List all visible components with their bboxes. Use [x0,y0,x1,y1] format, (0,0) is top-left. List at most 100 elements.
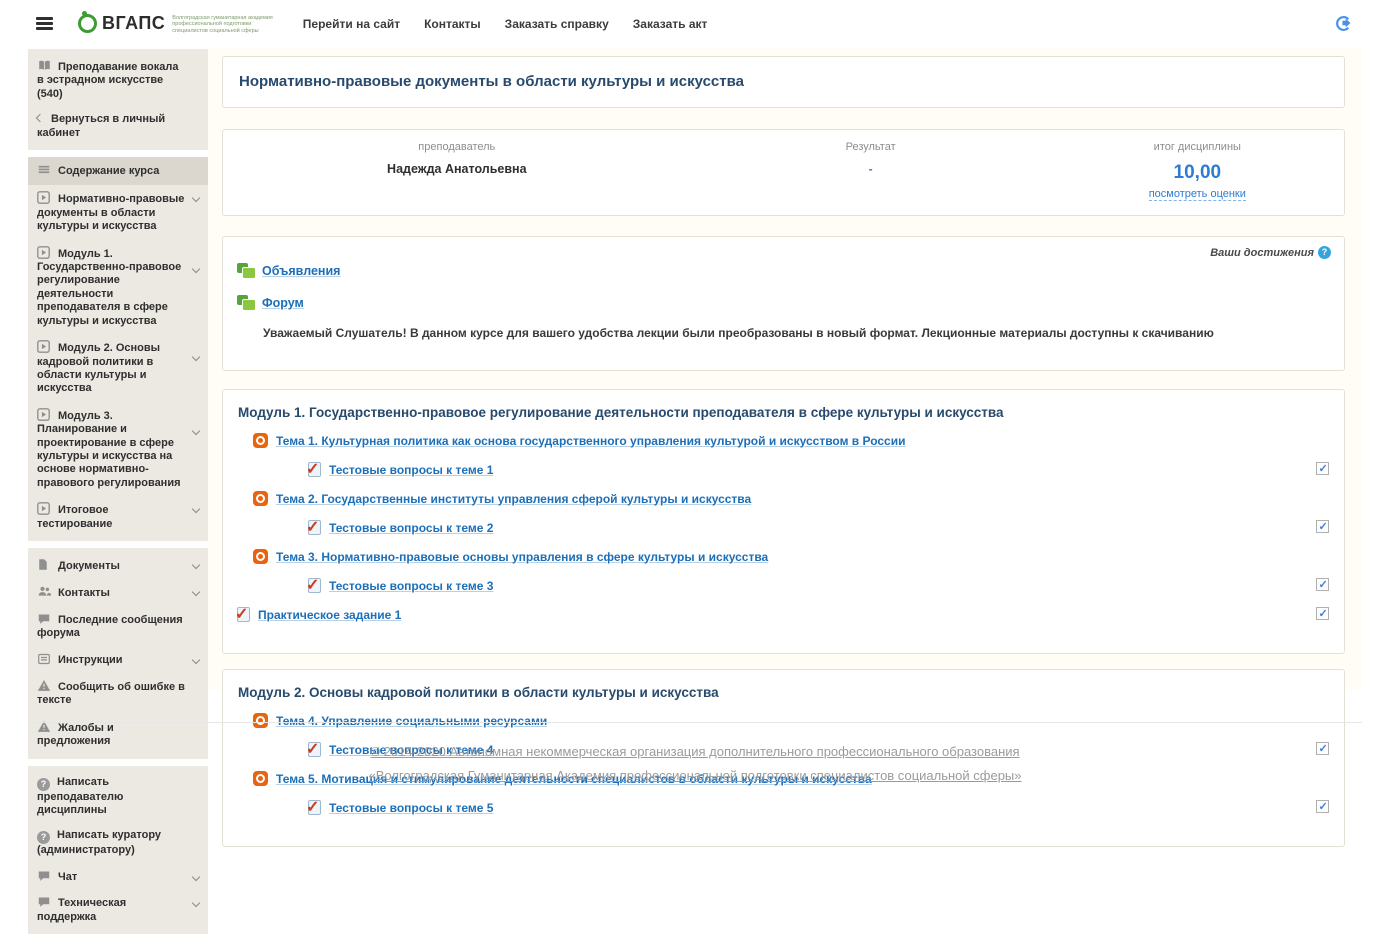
brand-logo-icon [78,14,97,33]
lesson-icon [253,491,268,506]
lesson-link[interactable]: Тема 2. Государственные институты управл… [276,492,751,506]
sidebar-item-label: Контакты [58,587,110,599]
logout-icon[interactable] [1335,15,1352,32]
sidebar-course-title[interactable]: Преподавание вокала в эстрадном искусств… [28,53,208,107]
lesson-row: Тема 3. Нормативно-правовые основы управ… [253,548,1330,565]
assignment-link[interactable]: Практическое задание 1 [258,608,401,622]
sidebar-item-module-3[interactable]: Модуль 3. Планирование и проектирование … [28,402,208,496]
teacher-label: преподаватель [239,141,675,153]
chevron-down-icon[interactable] [192,426,200,434]
sidebar-item-write-curator[interactable]: Написать куратору (администратору) [28,823,208,863]
chevron-down-icon[interactable] [192,899,200,907]
sidebar-tools-block: Документы Контакты Последние сообщения ф… [28,548,208,759]
sidebar-item-module-1[interactable]: Модуль 1. Государственно-правовое регули… [28,240,208,334]
sidebar-course-contents-block: Содержание курса Нормативно-правовые док… [28,157,208,541]
sidebar-item-instructions[interactable]: Инструкции [28,647,208,673]
sidebar-item-label: Сообщить об ошибке в тексте [37,681,185,706]
sidebar-item-label: Нормативно-правовые документы в области … [37,193,184,232]
module-2-title: Модуль 2. Основы кадровой политики в обл… [238,685,1330,700]
sidebar-item-label: Содержание курса [58,165,159,177]
quiz-link[interactable]: Тестовые вопросы к теме 2 [329,521,493,535]
lesson-icon [253,713,268,728]
footer-academy-link[interactable]: «Волгоградская Гуманитарная Академия про… [369,764,1022,788]
discipline-total-column: итог дисциплины 10,00 посмотреть оценки [1067,141,1328,202]
nav-link-order-act[interactable]: Заказать акт [633,17,708,31]
quiz-row: Тестовые вопросы к теме 3 [308,577,1330,594]
sidebar-item-label: Документы [58,560,120,572]
lesson-icon [253,433,268,448]
announcements-link[interactable]: Объявления [262,264,340,278]
lesson-link[interactable]: Тема 1. Культурная политика как основа г… [276,434,905,448]
chevron-down-icon[interactable] [192,264,200,272]
quiz-icon [308,520,321,535]
completion-checkbox[interactable] [1316,520,1329,533]
achievements-link[interactable]: Ваши достижения [1210,246,1331,259]
sidebar-divider [28,541,208,548]
completion-checkbox[interactable] [1316,578,1329,591]
chevron-down-icon[interactable] [192,588,200,596]
page-title: Нормативно-правовые документы в области … [239,73,1328,90]
announcements-box: Ваши достижения Объявления Форум Уважаем… [222,236,1345,371]
view-grades-link[interactable]: посмотреть оценки [1149,188,1246,201]
sidebar-item-contacts[interactable]: Контакты [28,579,208,606]
quiz-row: Тестовые вопросы к теме 2 [308,519,1330,536]
chevron-down-icon[interactable] [192,353,200,361]
discipline-total-label: итог дисциплины [1067,141,1328,153]
nav-link-order-certificate[interactable]: Заказать справку [505,17,609,31]
sidebar-item-report-text-error[interactable]: Сообщить об ошибке в тексте [28,673,208,714]
sidebar-back-to-cabinet[interactable]: Вернуться в личный кабинет [28,107,208,146]
sidebar-item-latest-forum-messages[interactable]: Последние сообщения форума [28,607,208,647]
sidebar-item-normative-documents[interactable]: Нормативно-правовые документы в области … [28,185,208,239]
result-column: Результат - [675,141,1067,202]
nav-link-go-to-site[interactable]: Перейти на сайт [303,17,400,31]
module-1-box: Модуль 1. Государственно-правовое регули… [222,389,1345,654]
list-icon [37,164,52,177]
completion-checkbox[interactable] [1316,607,1329,620]
chevron-down-icon[interactable] [192,505,200,513]
sidebar: Преподавание вокала в эстрадном искусств… [28,49,208,690]
chevron-down-icon[interactable] [192,873,200,881]
footer-organization-link[interactable]: © 2014-2020 Автономная некоммерческая ор… [370,740,1019,764]
discipline-total-value[interactable]: 10,00 [1067,162,1328,184]
sidebar-item-label: Преподавание вокала в эстрадном искусств… [37,61,178,100]
footer-divider [28,722,1362,723]
chevron-down-icon[interactable] [192,561,200,569]
sidebar-item-chat[interactable]: Чат [28,864,208,890]
completion-checkbox[interactable] [1316,462,1329,475]
sidebar-item-documents[interactable]: Документы [28,552,208,579]
teacher-name: Надежда Анатольевна [239,162,675,176]
quiz-link[interactable]: Тестовые вопросы к теме 3 [329,579,493,593]
nav-link-contacts[interactable]: Контакты [424,17,481,31]
chevron-down-icon[interactable] [192,194,200,202]
forum-icon [237,295,255,311]
chevron-down-icon[interactable] [192,655,200,663]
sidebar-course-block: Преподавание вокала в эстрадном искусств… [28,49,208,150]
sidebar-item-label: Вернуться в личный кабинет [37,113,165,138]
sidebar-item-module-2[interactable]: Модуль 2. Основы кадровой политики в обл… [28,334,208,402]
achievements-label: Ваши достижения [1210,247,1314,259]
play-square-icon [37,340,52,353]
lesson-link[interactable]: Тема 3. Нормативно-правовые основы управ… [276,550,768,564]
sidebar-item-label: Модуль 2. Основы кадровой политики в обл… [37,342,160,394]
forum-link[interactable]: Форум [262,296,304,310]
sidebar-item-tech-support[interactable]: Техническая поддержка [28,890,208,930]
quiz-icon [308,578,321,593]
hamburger-menu-icon[interactable] [36,17,53,30]
quiz-row: Тестовые вопросы к теме 1 [308,461,1330,478]
list-alt-icon [37,653,52,666]
brand-logo[interactable]: ВГАПС Волгоградская гуманитарная академи… [78,13,273,35]
quiz-icon [308,462,321,477]
help-question-icon[interactable] [1318,246,1331,259]
lesson-row: Тема 4. Управление социальными ресурсами [253,712,1330,729]
top-header: ВГАПС Волгоградская гуманитарная академи… [0,0,1390,47]
lesson-link[interactable]: Тема 4. Управление социальными ресурсами [276,714,547,728]
quiz-link[interactable]: Тестовые вопросы к теме 1 [329,463,493,477]
quiz-link[interactable]: Тестовые вопросы к теме 5 [329,801,493,815]
completion-checkbox[interactable] [1316,800,1329,813]
brand-name: ВГАПС [102,13,165,34]
sidebar-item-final-test[interactable]: Итоговое тестирование [28,496,208,537]
users-icon [37,585,52,598]
teacher-column: преподаватель Надежда Анатольевна [239,141,675,202]
play-square-icon [37,502,52,515]
sidebar-item-course-contents[interactable]: Содержание курса [28,157,208,185]
